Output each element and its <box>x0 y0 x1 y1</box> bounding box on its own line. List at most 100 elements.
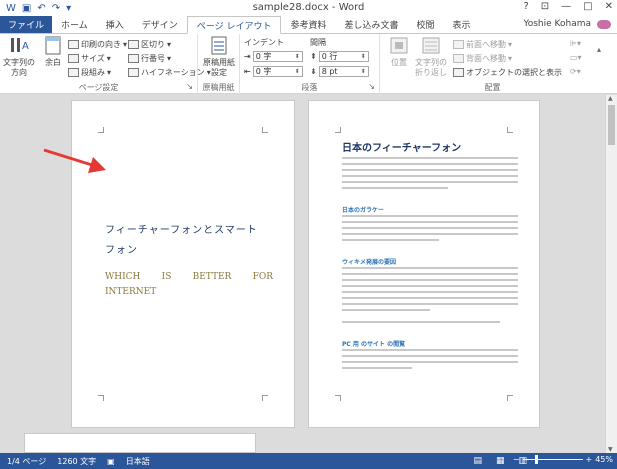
page2-heading[interactable]: PC 用 のサイト の閲覧 <box>342 339 405 348</box>
scroll-thumb[interactable] <box>608 105 615 145</box>
zoom-out-button[interactable]: − <box>513 455 520 464</box>
line-numbers-button[interactable]: 行番号 ▾ <box>128 53 171 64</box>
page-next[interactable] <box>24 433 256 453</box>
position-button[interactable]: 位置 <box>382 36 416 68</box>
orientation-button[interactable]: 印刷の向き ▾ <box>68 39 127 50</box>
zoom-control: − + 45% <box>513 455 613 464</box>
arrange-group: 位置 文字列の 折り返し 前面へ移動 ▾ 背面へ移動 ▾ オブジェクトの選択と表示 … <box>380 34 605 94</box>
rotate-button[interactable]: ⟳▾ <box>570 67 581 76</box>
page-count[interactable]: 1/4 ページ <box>0 456 50 467</box>
columns-button[interactable]: 段組み ▾ <box>68 67 111 78</box>
tab-insert[interactable]: 挿入 <box>97 16 133 33</box>
size-button[interactable]: サイズ ▾ <box>68 53 111 64</box>
user-name[interactable]: Yoshie Kohama <box>523 19 591 29</box>
spacing-before-icon: ⇞ <box>310 52 317 61</box>
page-setup-launcher-icon[interactable]: ↘ <box>186 82 193 91</box>
language[interactable]: 日本語 <box>119 456 154 467</box>
zoom-level[interactable]: 45% <box>595 455 613 464</box>
text-direction-button[interactable]: A 文字列の 方向 <box>2 36 36 78</box>
spinner-arrows-icon[interactable]: ⬍ <box>295 53 300 60</box>
crop-mark <box>335 395 341 401</box>
tab-home[interactable]: ホーム <box>52 16 97 33</box>
zoom-slider[interactable] <box>522 455 583 464</box>
paragraph-lines <box>342 349 518 373</box>
paragraph-lines <box>342 157 518 193</box>
page-content[interactable]: 日本のフィーチャーフォン 日本のガラケー ウィキメ発展の要因 PC 用 のサイト… <box>308 100 540 428</box>
breaks-button[interactable]: 区切り ▾ <box>128 39 171 50</box>
crop-mark <box>262 127 268 133</box>
position-icon <box>390 37 408 54</box>
ribbon-display-button[interactable]: ⊡ <box>541 1 549 12</box>
manuscript-setup-button[interactable]: 原稿用紙 設定 <box>202 36 236 78</box>
spacing-before-field[interactable]: ⇞ 0 行 ⬍ <box>310 51 369 62</box>
page2-heading[interactable]: 日本のガラケー <box>342 205 384 214</box>
tab-review[interactable]: 校閲 <box>408 16 444 33</box>
manuscript-label: 原稿用紙 <box>202 83 235 92</box>
indent-header: インデント <box>244 38 284 47</box>
close-button[interactable]: ✕ <box>605 1 613 12</box>
group-button[interactable]: ▭▾ <box>570 53 582 62</box>
redo-icon[interactable]: ↷ <box>52 3 60 14</box>
paragraph-lines <box>342 215 518 245</box>
print-layout-icon[interactable]: ▦ <box>496 456 505 466</box>
breaks-icon <box>128 40 139 49</box>
maximize-button[interactable]: □ <box>583 1 592 12</box>
indent-left-field[interactable]: ⇥ 0 字 ⬍ <box>244 51 303 62</box>
spinner-arrows-icon[interactable]: ⬍ <box>361 68 366 75</box>
customize-qat-icon[interactable]: ▾ <box>66 3 71 14</box>
proofing-icon[interactable]: ▣ <box>100 457 119 466</box>
spacing-after-field[interactable]: ⇟ 8 pt ⬍ <box>310 66 369 77</box>
page2-heading[interactable]: ウィキメ発展の要因 <box>342 257 396 266</box>
align-button[interactable]: ⊫▾ <box>570 39 581 48</box>
zoom-slider-knob[interactable] <box>535 455 539 464</box>
tab-file[interactable]: ファイル <box>0 16 53 33</box>
save-icon[interactable]: ▣ <box>22 3 31 14</box>
quick-access-toolbar: W ▣ ↶ ↷ ▾ <box>0 3 71 14</box>
tab-view[interactable]: 表示 <box>444 16 480 33</box>
page-setup-label: ページ設定 <box>78 83 119 92</box>
svg-text:A: A <box>22 41 29 52</box>
scroll-up-icon[interactable]: ▲ <box>608 95 613 102</box>
size-icon <box>68 54 79 63</box>
spinner-arrows-icon[interactable]: ⬍ <box>295 68 300 75</box>
wrap-text-button[interactable]: 文字列の 折り返し <box>412 36 450 78</box>
cover-subtitle[interactable]: WHICH IS BETTER FOR <box>105 267 273 287</box>
undo-icon[interactable]: ↶ <box>37 3 45 14</box>
vertical-scrollbar[interactable]: ▲ ▼ <box>605 95 617 453</box>
paragraph-group: インデント 間隔 ⇥ 0 字 ⬍ ⇤ 0 字 ⬍ ⇞ 0 行 ⬍ ⇟ 8 pt ⬍ 段落 ↘ <box>240 34 380 94</box>
cover-subtitle-line2[interactable]: INTERNET <box>105 287 156 297</box>
spacing-header: 間隔 <box>310 38 326 47</box>
indent-right-icon: ⇤ <box>244 67 251 76</box>
red-arrow-annotation <box>43 148 106 173</box>
zoom-in-button[interactable]: + <box>586 455 593 464</box>
tab-page-layout[interactable]: ページ レイアウト <box>186 16 282 34</box>
help-button[interactable]: ? <box>523 1 528 12</box>
scroll-down-icon[interactable]: ▼ <box>608 446 613 453</box>
word-count[interactable]: 1260 文字 <box>50 456 100 467</box>
minimize-button[interactable]: — <box>561 1 571 12</box>
page2-title[interactable]: 日本のフィーチャーフォン <box>342 139 461 154</box>
spinner-arrows-icon[interactable]: ⬍ <box>361 53 366 60</box>
collapse-ribbon-icon[interactable]: ▴ <box>597 45 601 54</box>
bring-forward-icon <box>453 40 464 49</box>
text-direction-icon: A <box>11 38 29 52</box>
tab-mailings[interactable]: 差し込み文書 <box>335 16 407 33</box>
user-avatar[interactable] <box>597 20 611 29</box>
crop-mark <box>335 127 341 133</box>
tab-references[interactable]: 参考資料 <box>281 16 335 33</box>
selection-pane-button[interactable]: オブジェクトの選択と表示 <box>453 67 562 78</box>
title-bar: W ▣ ↶ ↷ ▾ sample28.docx - Word ? ⊡ — □ ✕ <box>0 0 617 16</box>
crop-mark <box>507 127 513 133</box>
bring-forward-button[interactable]: 前面へ移動 ▾ <box>453 39 512 50</box>
read-mode-icon[interactable]: ▤ <box>473 456 482 466</box>
manuscript-icon <box>211 36 227 55</box>
paragraph-launcher-icon[interactable]: ↘ <box>368 82 375 91</box>
line-numbers-icon <box>128 54 139 63</box>
tab-design[interactable]: デザイン <box>133 16 187 33</box>
orientation-icon <box>68 40 79 49</box>
indent-right-field[interactable]: ⇤ 0 字 ⬍ <box>244 66 303 77</box>
crop-mark <box>262 395 268 401</box>
margins-button[interactable]: 余白 <box>36 36 70 68</box>
cover-title[interactable]: フィーチャーフォンとスマート フォン <box>105 221 265 261</box>
send-backward-button[interactable]: 背面へ移動 ▾ <box>453 53 512 64</box>
